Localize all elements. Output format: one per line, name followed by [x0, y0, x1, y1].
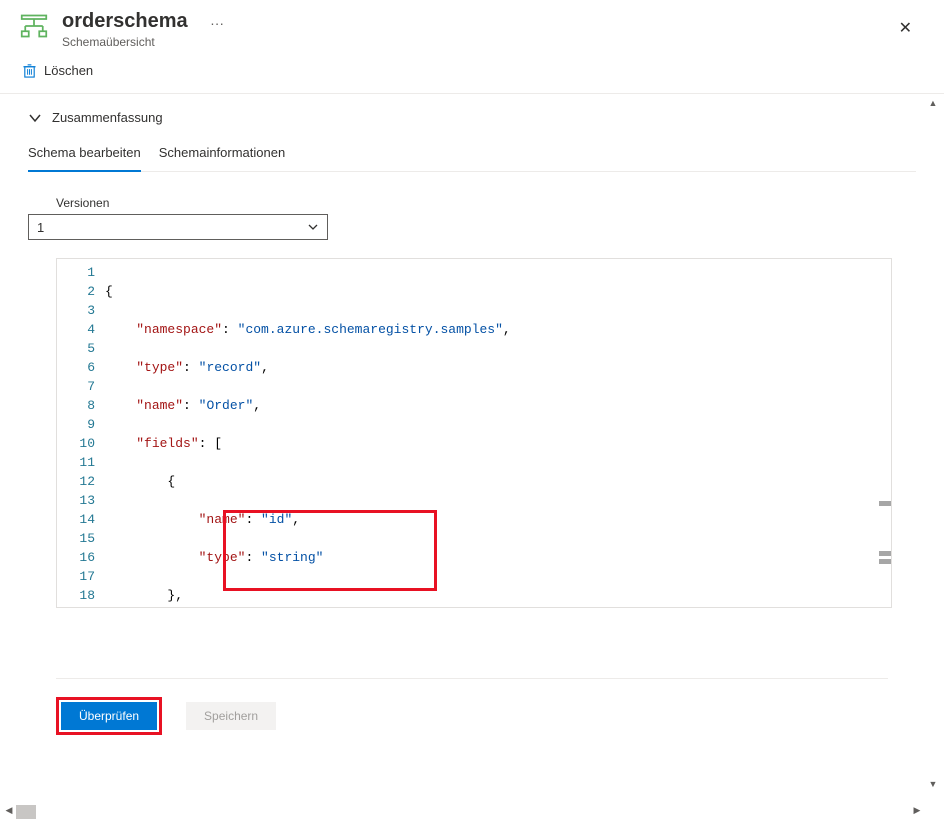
versions-label: Versionen — [28, 196, 109, 210]
summary-label: Zusammenfassung — [52, 110, 163, 125]
page-title: orderschema — [62, 10, 188, 33]
content-area: Zusammenfassung Schema bearbeiten Schema… — [0, 94, 944, 784]
tabs: Schema bearbeiten Schemainformationen — [28, 139, 916, 172]
code-body[interactable]: { "namespace": "com.azure.schemaregistry… — [105, 259, 891, 607]
scroll-up-arrow[interactable]: ▲ — [926, 96, 940, 110]
tab-schema-info[interactable]: Schemainformationen — [159, 139, 285, 171]
vertical-scrollbar[interactable]: ▲ ▼ — [926, 96, 942, 791]
horizontal-scrollbar[interactable]: ◀ ▶ — [2, 803, 924, 819]
horizontal-scroll-thumb[interactable] — [16, 805, 36, 819]
scroll-right-arrow[interactable]: ▶ — [910, 803, 924, 817]
more-menu-button[interactable]: ··· — [210, 15, 224, 31]
page-subtitle: Schemaübersicht — [62, 35, 924, 49]
version-dropdown[interactable]: 1 — [28, 214, 328, 240]
code-editor[interactable]: 1234 5678 9101112 13141516 1718 { "names… — [56, 258, 892, 608]
editor-minimap[interactable] — [877, 259, 891, 607]
schema-icon — [20, 12, 48, 40]
chevron-down-icon — [28, 111, 42, 125]
save-button[interactable]: Speichern — [186, 702, 276, 730]
tab-edit-schema[interactable]: Schema bearbeiten — [28, 139, 141, 172]
header: orderschema ··· Schemaübersicht ✕ — [0, 0, 944, 57]
delete-label: Löschen — [44, 63, 93, 78]
chevron-down-icon — [307, 221, 319, 233]
validate-button[interactable]: Überprüfen — [61, 702, 157, 730]
version-section: Versionen 1 — [28, 196, 916, 258]
toolbar: Löschen — [0, 57, 944, 94]
summary-toggle[interactable]: Zusammenfassung — [28, 94, 916, 139]
scroll-left-arrow[interactable]: ◀ — [2, 803, 16, 817]
schema-overview-panel: orderschema ··· Schemaübersicht ✕ Lösche… — [0, 0, 944, 821]
scroll-down-arrow[interactable]: ▼ — [926, 777, 940, 791]
trash-icon — [22, 63, 37, 78]
delete-button[interactable]: Löschen — [22, 63, 93, 78]
footer: Überprüfen Speichern — [28, 679, 916, 753]
validate-button-highlight: Überprüfen — [56, 697, 162, 735]
close-button[interactable]: ✕ — [895, 14, 916, 42]
version-selected-value: 1 — [37, 220, 44, 235]
header-titles: orderschema ··· Schemaübersicht — [62, 10, 924, 49]
line-number-gutter: 1234 5678 9101112 13141516 1718 — [57, 259, 105, 607]
